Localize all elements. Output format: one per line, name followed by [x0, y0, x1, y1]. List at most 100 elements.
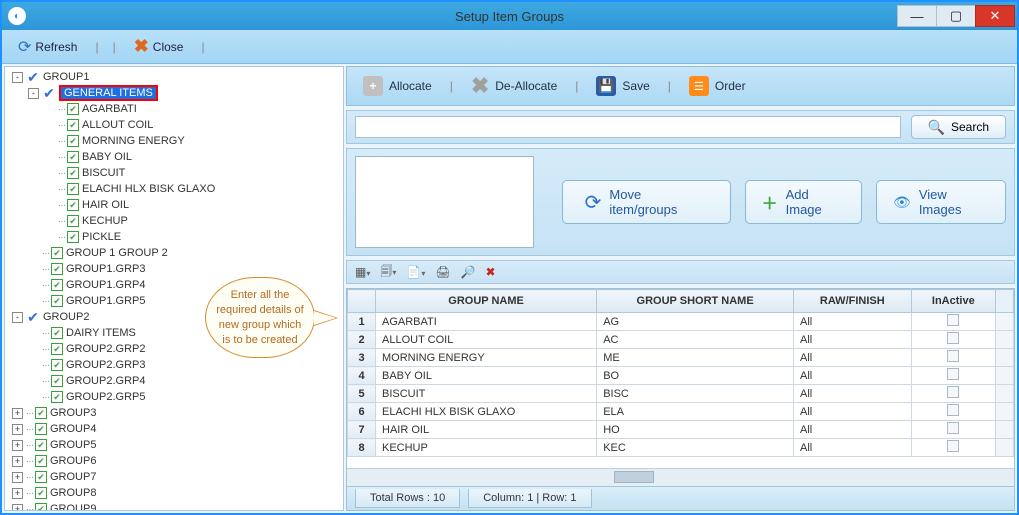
cell-inactive[interactable] — [911, 421, 995, 439]
cell-raw-finish[interactable]: All — [794, 349, 912, 367]
tree-node[interactable]: -✔GENERAL ITEMS — [9, 85, 343, 101]
expand-icon[interactable]: + — [12, 472, 23, 483]
deallocate-button[interactable]: ✖ De-Allocate — [465, 69, 563, 103]
grid-tool-icon[interactable]: 🖨 — [435, 265, 450, 279]
expand-icon[interactable]: + — [12, 424, 23, 435]
view-images-button[interactable]: 👁 View Images — [876, 180, 1006, 224]
col-group-name[interactable]: GROUP NAME — [376, 290, 597, 313]
checkbox-icon[interactable] — [947, 368, 959, 380]
checkbox-icon[interactable] — [947, 350, 959, 362]
col-inactive[interactable]: InActive — [911, 290, 995, 313]
tree-node[interactable]: +⋯✔GROUP6 — [9, 453, 343, 469]
move-items-button[interactable]: ⟳ Move item/groups — [562, 180, 731, 224]
cell-inactive[interactable] — [911, 403, 995, 421]
col-raw-finish[interactable]: RAW/FINISH — [794, 290, 912, 313]
cell-short-name[interactable]: BO — [597, 367, 794, 385]
tree-node[interactable]: ⋯✔GROUP1.GRP3 — [9, 261, 343, 277]
save-button[interactable]: 💾 Save — [590, 72, 655, 100]
table-row[interactable]: 8KECHUPKECAll — [348, 439, 1014, 457]
collapse-icon[interactable]: - — [12, 312, 23, 323]
expand-icon[interactable]: + — [12, 504, 23, 511]
table-row[interactable]: 5BISCUITBISCAll — [348, 385, 1014, 403]
cell-raw-finish[interactable]: All — [794, 403, 912, 421]
minimize-button[interactable]: — — [897, 5, 937, 27]
allocate-button[interactable]: + Allocate — [357, 72, 438, 100]
refresh-button[interactable]: ⟳ Refresh — [10, 34, 85, 60]
cell-inactive[interactable] — [911, 313, 995, 331]
horizontal-scrollbar[interactable] — [347, 468, 1014, 486]
expand-icon[interactable]: + — [12, 408, 23, 419]
checkbox-icon[interactable] — [947, 386, 959, 398]
table-row[interactable]: 2ALLOUT COILACAll — [348, 331, 1014, 349]
cell-group-name[interactable]: HAIR OIL — [376, 421, 597, 439]
grid-tool-icon[interactable]: 🗐▾ — [380, 262, 396, 283]
cell-raw-finish[interactable]: All — [794, 421, 912, 439]
maximize-button[interactable]: ▢ — [936, 5, 976, 27]
tree-node[interactable]: +⋯✔GROUP8 — [9, 485, 343, 501]
cell-raw-finish[interactable]: All — [794, 439, 912, 457]
table-row[interactable]: 4BABY OILBOAll — [348, 367, 1014, 385]
expand-icon[interactable]: + — [12, 488, 23, 499]
cell-inactive[interactable] — [911, 439, 995, 457]
tree-node[interactable]: +⋯✔GROUP7 — [9, 469, 343, 485]
expand-icon[interactable]: + — [12, 456, 23, 467]
cell-inactive[interactable] — [911, 331, 995, 349]
checkbox-icon[interactable] — [947, 314, 959, 326]
tree-node[interactable]: +⋯✔GROUP5 — [9, 437, 343, 453]
grid-tool-icon[interactable]: ✖ — [486, 265, 496, 279]
search-input[interactable] — [355, 116, 901, 138]
groups-table[interactable]: GROUP NAME GROUP SHORT NAME RAW/FINISH I… — [347, 289, 1014, 457]
order-button[interactable]: ☰ Order — [683, 72, 752, 100]
tree-node[interactable]: ⋯✔MORNING ENERGY — [9, 133, 343, 149]
cell-inactive[interactable] — [911, 385, 995, 403]
tree-node[interactable]: ⋯✔HAIR OIL — [9, 197, 343, 213]
cell-raw-finish[interactable]: All — [794, 367, 912, 385]
checkbox-icon[interactable] — [947, 404, 959, 416]
tree-node[interactable]: ⋯✔GROUP2.GRP3 — [9, 357, 343, 373]
checkbox-icon[interactable] — [947, 440, 959, 452]
cell-group-name[interactable]: BABY OIL — [376, 367, 597, 385]
tree-node[interactable]: ⋯✔GROUP2.GRP4 — [9, 373, 343, 389]
cell-short-name[interactable]: AG — [597, 313, 794, 331]
cell-inactive[interactable] — [911, 367, 995, 385]
add-image-button[interactable]: ＋ Add Image — [745, 180, 862, 224]
cell-short-name[interactable]: AC — [597, 331, 794, 349]
cell-short-name[interactable]: BISC — [597, 385, 794, 403]
cell-group-name[interactable]: KECHUP — [376, 439, 597, 457]
tree-node[interactable]: ⋯✔ELACHI HLX BISK GLAXO — [9, 181, 343, 197]
tree-node[interactable]: ⋯✔AGARBATI — [9, 101, 343, 117]
tree-node[interactable]: +⋯✔GROUP3 — [9, 405, 343, 421]
cell-short-name[interactable]: ME — [597, 349, 794, 367]
grid-tool-icon[interactable]: ▦▾ — [355, 265, 370, 279]
cell-group-name[interactable]: BISCUIT — [376, 385, 597, 403]
cell-raw-finish[interactable]: All — [794, 313, 912, 331]
tree-node[interactable]: ⋯✔BABY OIL — [9, 149, 343, 165]
tree-node[interactable]: +⋯✔GROUP9 — [9, 501, 343, 510]
tree-node[interactable]: ⋯✔BISCUIT — [9, 165, 343, 181]
grid-tool-icon[interactable]: 🔎 — [461, 265, 476, 279]
close-window-button[interactable]: ✕ — [975, 5, 1015, 27]
tree-node[interactable]: ⋯✔ALLOUT COIL — [9, 117, 343, 133]
cell-short-name[interactable]: ELA — [597, 403, 794, 421]
tree-node[interactable]: ⋯✔PICKLE — [9, 229, 343, 245]
table-row[interactable]: 1AGARBATIAGAll — [348, 313, 1014, 331]
tree-node[interactable]: ⋯✔GROUP2.GRP5 — [9, 389, 343, 405]
table-row[interactable]: 7HAIR OILHOAll — [348, 421, 1014, 439]
close-button[interactable]: ✖ Close — [126, 33, 192, 60]
collapse-icon[interactable]: - — [12, 72, 23, 83]
tree-node[interactable]: -✔GROUP1 — [9, 69, 343, 85]
collapse-icon[interactable]: - — [28, 88, 39, 99]
cell-group-name[interactable]: ALLOUT COIL — [376, 331, 597, 349]
cell-group-name[interactable]: MORNING ENERGY — [376, 349, 597, 367]
grid-tool-icon[interactable]: 📄▾ — [406, 265, 425, 279]
checkbox-icon[interactable] — [947, 332, 959, 344]
expand-icon[interactable]: + — [12, 440, 23, 451]
table-row[interactable]: 3MORNING ENERGYMEAll — [348, 349, 1014, 367]
tree-node[interactable]: ⋯✔KECHUP — [9, 213, 343, 229]
cell-group-name[interactable]: ELACHI HLX BISK GLAXO — [376, 403, 597, 421]
cell-raw-finish[interactable]: All — [794, 331, 912, 349]
tree-node[interactable]: +⋯✔GROUP4 — [9, 421, 343, 437]
cell-group-name[interactable]: AGARBATI — [376, 313, 597, 331]
cell-short-name[interactable]: KEC — [597, 439, 794, 457]
cell-short-name[interactable]: HO — [597, 421, 794, 439]
